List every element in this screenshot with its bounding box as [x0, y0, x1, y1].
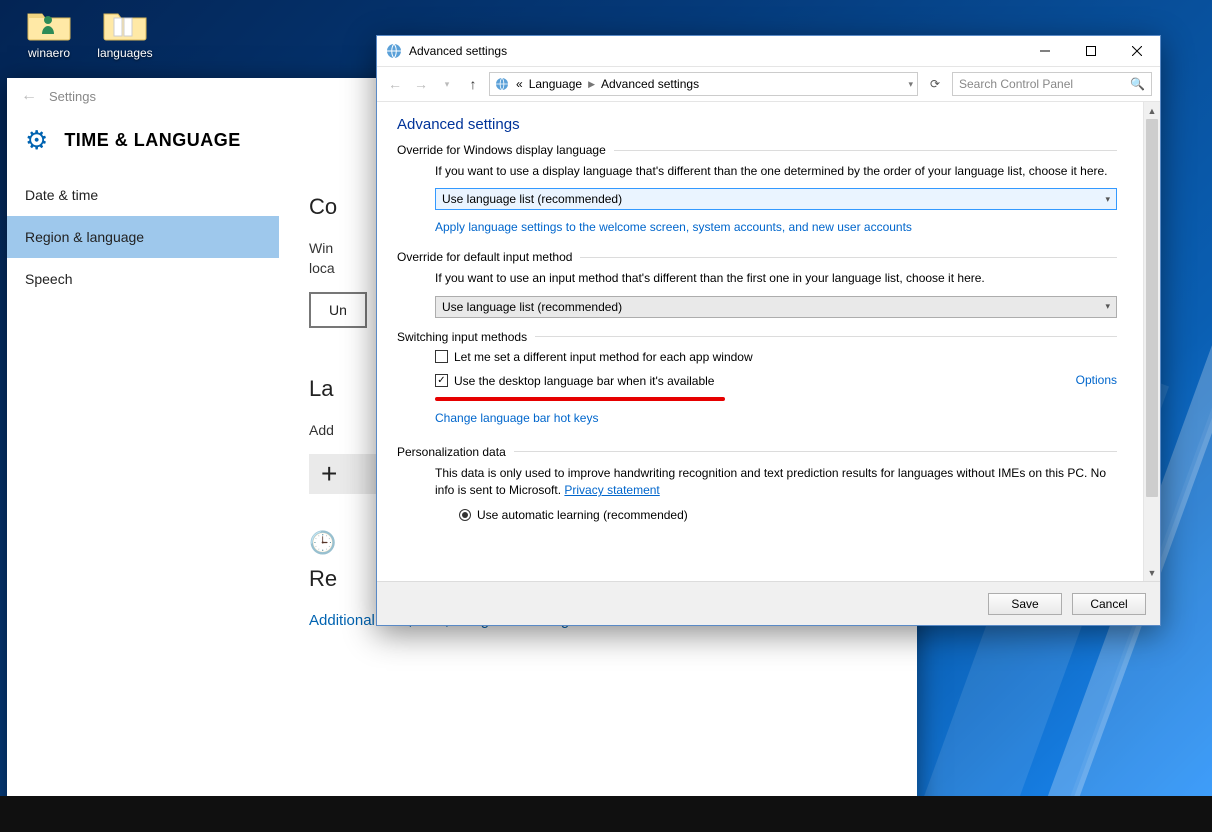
country-dropdown[interactable]: Un — [309, 292, 367, 328]
checkbox-per-app-label: Let me set a different input method for … — [454, 350, 753, 364]
desktop-icon-languages[interactable]: languages — [90, 8, 160, 60]
breadcrumb[interactable]: « Language ▶ Advanced settings ▾ — [489, 72, 918, 96]
refresh-button[interactable]: ⟳ — [924, 77, 946, 91]
nav-recent-button[interactable]: ▾ — [437, 79, 457, 90]
chevron-down-icon[interactable]: ▾ — [908, 79, 913, 90]
language-icon — [385, 42, 403, 60]
hotkeys-link[interactable]: Change language bar hot keys — [435, 411, 598, 425]
nav-region-language[interactable]: Region & language — [7, 216, 279, 258]
section-display-language: Override for Windows display language — [397, 143, 606, 157]
checkbox-language-bar-label: Use the desktop language bar when it's a… — [454, 374, 714, 388]
minimize-button[interactable] — [1022, 36, 1068, 66]
folder-icon — [26, 8, 72, 42]
dropdown-value: Use language list (recommended) — [442, 192, 622, 206]
section-input-method: Override for default input method — [397, 250, 572, 264]
search-placeholder: Search Control Panel — [959, 77, 1073, 91]
section4-desc: This data is only used to improve handwr… — [435, 465, 1117, 500]
privacy-link[interactable]: Privacy statement — [564, 483, 659, 497]
chevron-down-icon: ▾ — [1105, 301, 1110, 312]
search-input[interactable]: Search Control Panel 🔍 — [952, 72, 1152, 96]
scroll-up-icon[interactable]: ▲ — [1144, 102, 1160, 119]
close-button[interactable] — [1114, 36, 1160, 66]
chevron-down-icon: ▾ — [1105, 194, 1110, 205]
input-method-dropdown[interactable]: Use language list (recommended) ▾ — [435, 296, 1117, 318]
settings-nav: Date & time Region & language Speech — [7, 174, 279, 818]
cp-titlebar[interactable]: Advanced settings — [377, 36, 1160, 66]
nav-up-button[interactable]: ↑ — [463, 76, 483, 92]
checkbox-language-bar[interactable]: ✓ — [435, 374, 448, 387]
breadcrumb-sep: « — [516, 77, 523, 91]
section1-desc: If you want to use a display language th… — [435, 163, 1117, 180]
settings-header: TIME & LANGUAGE — [64, 130, 241, 151]
scrollbar[interactable]: ▲ ▼ — [1143, 102, 1160, 581]
radio-automatic-learning[interactable] — [459, 509, 471, 521]
nav-speech[interactable]: Speech — [7, 258, 279, 300]
radio-automatic-learning-label: Use automatic learning (recommended) — [477, 508, 688, 522]
nav-forward-button: → — [411, 76, 431, 92]
section-personalization: Personalization data — [397, 445, 506, 459]
section2-desc: If you want to use an input method that'… — [435, 270, 1117, 287]
page-heading: Advanced settings — [397, 116, 1117, 133]
taskbar[interactable] — [0, 796, 1212, 832]
desktop-icon-winaero[interactable]: winaero — [14, 8, 84, 60]
desktop-icon-label: languages — [90, 46, 160, 60]
options-link[interactable]: Options — [1076, 373, 1117, 387]
breadcrumb-advanced[interactable]: Advanced settings — [601, 77, 699, 91]
language-icon — [494, 76, 510, 92]
gear-icon: ⚙ — [25, 125, 48, 156]
nav-back-button[interactable]: ← — [385, 76, 405, 92]
clock-language-icon: 🕒 — [309, 530, 336, 556]
back-arrow-icon[interactable]: ← — [15, 87, 43, 105]
cp-title: Advanced settings — [409, 44, 1022, 58]
folder-icon — [102, 8, 148, 42]
breadcrumb-language[interactable]: Language — [529, 77, 582, 91]
display-language-dropdown[interactable]: Use language list (recommended) ▾ — [435, 188, 1117, 210]
scroll-thumb[interactable] — [1146, 119, 1158, 497]
checkbox-per-app[interactable] — [435, 350, 448, 363]
search-icon: 🔍 — [1130, 77, 1145, 91]
highlight-underline — [435, 397, 725, 401]
apply-language-link[interactable]: Apply language settings to the welcome s… — [435, 220, 912, 234]
section-switching: Switching input methods — [397, 330, 527, 344]
dropdown-value: Use language list (recommended) — [442, 300, 622, 314]
settings-title: Settings — [49, 89, 96, 104]
plus-icon: + — [321, 464, 337, 484]
scroll-down-icon[interactable]: ▼ — [1144, 564, 1160, 581]
taskbar-item[interactable] — [0, 796, 50, 832]
control-panel-window: Advanced settings ← → ▾ ↑ « Language ▶ A… — [376, 35, 1161, 626]
chevron-right-icon: ▶ — [588, 79, 595, 90]
nav-date-time[interactable]: Date & time — [7, 174, 279, 216]
save-button[interactable]: Save — [988, 593, 1062, 615]
cancel-button[interactable]: Cancel — [1072, 593, 1146, 615]
maximize-button[interactable] — [1068, 36, 1114, 66]
desktop-icon-label: winaero — [14, 46, 84, 60]
